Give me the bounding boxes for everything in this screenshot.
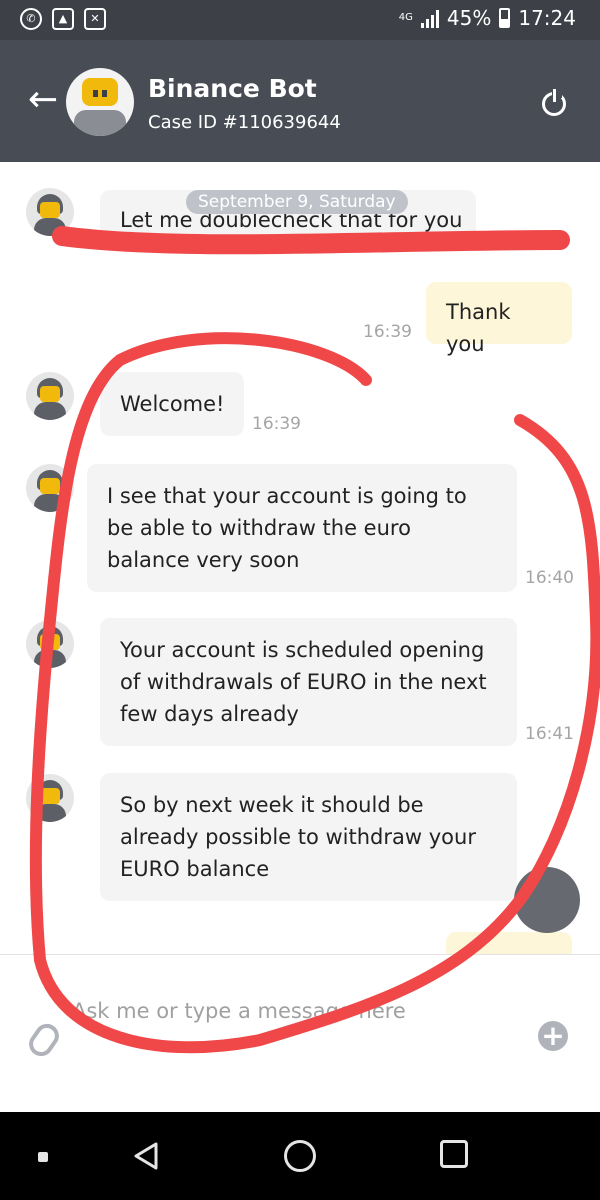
message-bubble-outgoing: Thank you [426,282,572,356]
message-bubble-incoming: Welcome! [100,372,244,436]
message-time: 16:40 [525,568,574,588]
system-nav-bar [0,1112,600,1200]
message-bubble-incoming: So by next week it should be already pos… [100,773,517,901]
network-type: 4G [398,12,413,23]
gallery-icon: ▲ [52,8,74,30]
agent-avatar [26,372,74,420]
sim-icon: ✕ [84,8,106,30]
chat-messages[interactable]: Let me doublecheck that for you Septembe… [0,162,600,954]
message-composer: + [0,954,600,1112]
clock: 17:24 [518,6,576,30]
chat-title: Binance Bot [148,74,317,103]
message-bubble-incoming: I see that your account is going to be a… [87,464,517,592]
message-input[interactable] [72,991,512,1031]
message-bubble-incoming: Your account is scheduled opening of wit… [100,618,517,746]
message-time: 16:41 [525,724,574,744]
battery-icon [499,8,511,28]
signal-icon [420,8,439,28]
date-separator: September 9, Saturday [186,190,408,214]
agent-avatar [26,188,74,236]
nav-back-icon[interactable] [130,1140,162,1172]
notification-icons: ✆ ▲ ✕ [20,8,106,30]
nav-dot-icon[interactable] [38,1152,48,1162]
nav-home-icon[interactable] [284,1140,316,1172]
whatsapp-icon: ✆ [20,8,42,30]
bot-avatar [66,68,134,136]
case-id: Case ID #110639644 [148,112,341,133]
agent-avatar [26,774,74,822]
message-time: 16:39 [363,322,412,342]
power-icon[interactable] [542,86,566,116]
message-bubble-outgoing-partial [446,932,572,954]
message-time: 16:39 [252,414,301,434]
scroll-down-button[interactable] [514,867,580,933]
arrow-left-icon[interactable]: ← [28,78,58,122]
battery-percent: 45% [446,6,492,30]
paperclip-icon[interactable] [24,1019,64,1061]
status-bar: ✆ ▲ ✕ 4G 45% 17:24 [0,0,600,40]
nav-recents-icon[interactable] [440,1140,468,1168]
system-status: 4G 45% 17:24 [399,6,576,30]
chat-header: ← Binance Bot Case ID #110639644 [0,40,600,162]
agent-avatar [26,620,74,668]
agent-avatar [26,464,74,512]
plus-circle-icon[interactable]: + [538,1021,568,1051]
